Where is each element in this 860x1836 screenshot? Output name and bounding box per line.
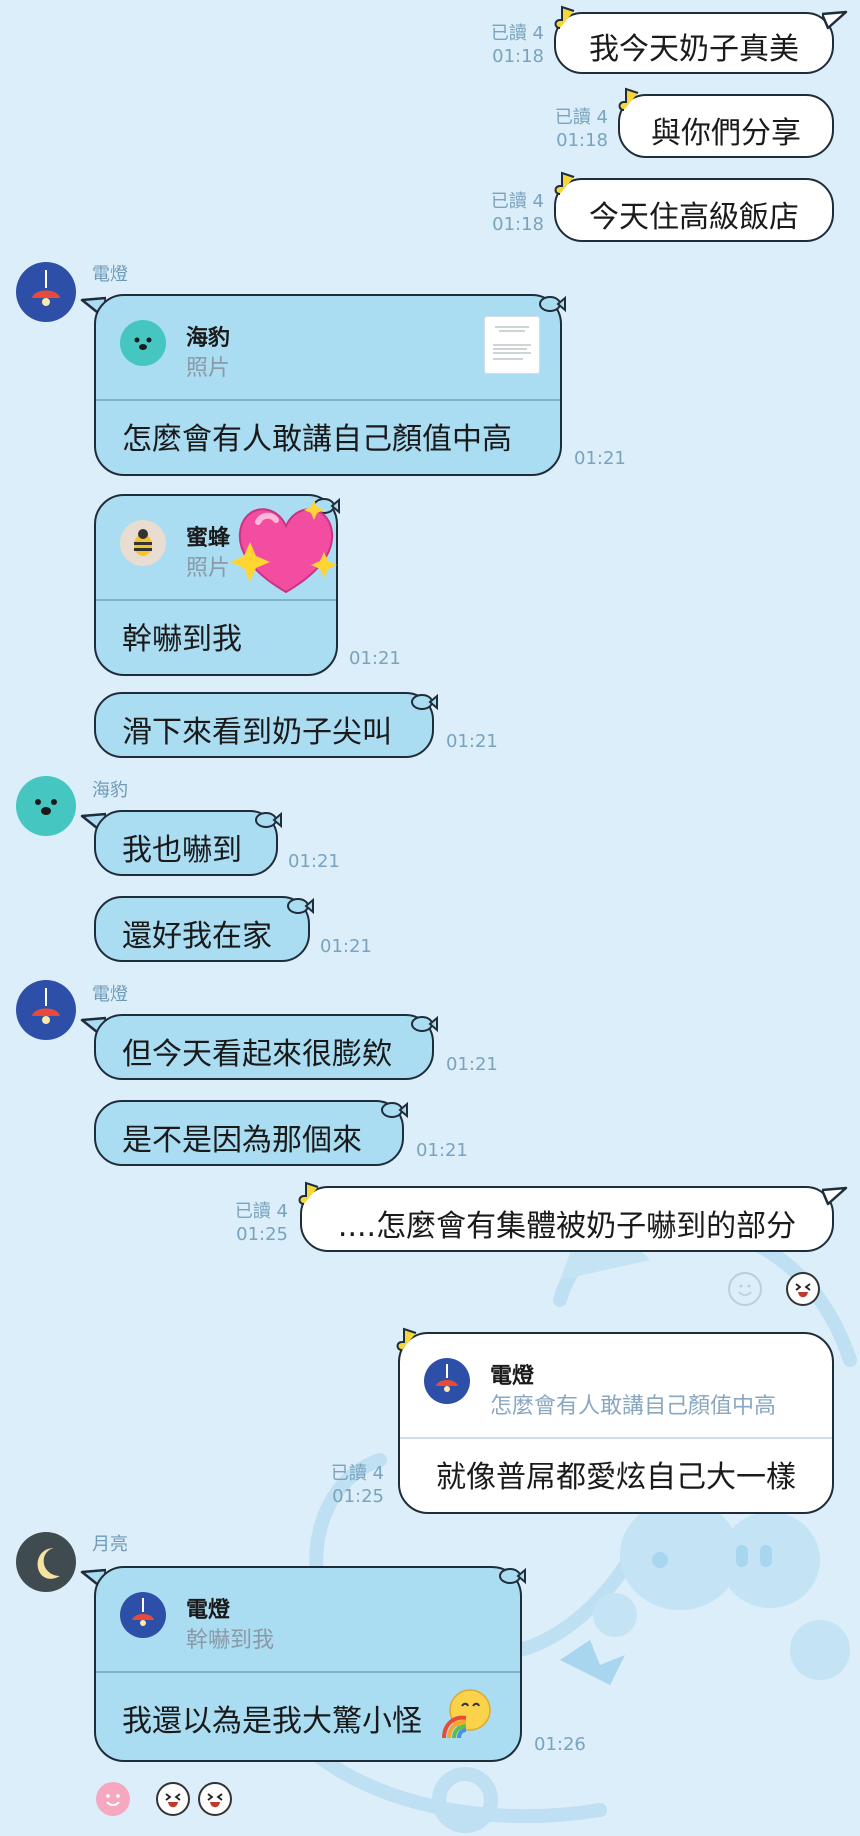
quote-sender: 電燈 — [186, 1598, 231, 1623]
lamp-icon — [132, 1598, 154, 1626]
note-tail-icon — [298, 1181, 319, 1205]
add-reaction-button[interactable] — [728, 1272, 762, 1306]
avatar-lamp[interactable] — [16, 262, 76, 322]
message-bubble-out[interactable]: ....怎麼會有集體被奶子嚇到的部分 — [300, 1186, 834, 1252]
laughing-face-icon — [795, 1283, 811, 1298]
lamp-icon — [32, 270, 60, 306]
sender-name: 電燈 — [92, 264, 128, 285]
avatar-moon[interactable] — [16, 1532, 76, 1592]
timestamp: 01:21 — [446, 1054, 498, 1075]
lamp-icon — [32, 988, 60, 1024]
quote-sender: 海豹 — [186, 326, 231, 351]
message-bubble-in[interactable]: 但今天看起來很膨欸 — [94, 1014, 434, 1080]
moon-icon — [37, 1548, 60, 1579]
fish-sticker-icon — [499, 1567, 526, 1585]
reaction-laugh[interactable] — [198, 1782, 232, 1816]
fish-sticker-icon — [381, 1101, 408, 1119]
message-bubble-in[interactable]: 是不是因為那個來 — [94, 1100, 404, 1166]
sender-name: 海豹 — [92, 780, 128, 801]
bee-icon — [134, 529, 152, 556]
timestamp: 01:21 — [288, 851, 340, 872]
message-bubble-out[interactable]: 我今天奶子真美 — [554, 12, 834, 74]
avatar-seal[interactable] — [16, 776, 76, 836]
message-bubble-in[interactable]: 我也嚇到 — [94, 810, 278, 876]
avatar-bee — [120, 520, 166, 566]
seal-icon — [35, 799, 57, 815]
fish-sticker-icon — [411, 693, 438, 711]
photo-thumbnail[interactable] — [484, 316, 540, 374]
reaction-laugh[interactable] — [786, 1272, 820, 1306]
avatar-seal — [120, 320, 166, 366]
quote-divider — [96, 1671, 520, 1673]
timestamp: 01:26 — [534, 1734, 586, 1755]
note-tail-icon — [554, 5, 575, 29]
avatar-lamp — [424, 1358, 470, 1404]
timestamp: 01:21 — [320, 936, 372, 957]
fish-sticker-icon — [539, 295, 566, 313]
quote-text: 怎麼會有人敢講自己顏值中高 — [490, 1394, 777, 1419]
message-bubble-in[interactable]: 海豹 照片 怎麼會有人敢講自己顏值中高 — [94, 294, 562, 476]
read-receipt: 已讀 4 01:18 — [490, 191, 544, 235]
sender-name: 電燈 — [92, 984, 128, 1005]
bubble-tail-icon — [822, 1186, 848, 1206]
seal-icon — [134, 337, 152, 350]
sparkling-heart-icon — [230, 500, 337, 594]
note-tail-icon — [554, 171, 575, 195]
note-tail-icon — [618, 87, 639, 111]
message-bubble-in[interactable]: 還好我在家 — [94, 896, 310, 962]
fish-sticker-icon — [255, 811, 282, 829]
reaction-laugh[interactable] — [156, 1782, 190, 1816]
timestamp: 01:21 — [349, 648, 401, 669]
read-receipt: 已讀 4 01:18 — [490, 23, 544, 67]
note-tail-icon — [396, 1327, 417, 1351]
quote-divider — [96, 399, 560, 401]
document-thumbnail-icon — [493, 326, 531, 360]
laughing-face-icon — [207, 1793, 223, 1808]
message-bubble-out[interactable]: 電燈 怎麼會有人敢講自己顏值中高 就像普屌都愛炫自己大一樣 — [398, 1332, 834, 1514]
read-receipt: 已讀 4 01:18 — [554, 107, 608, 151]
rainbow-face-emoji-icon — [442, 1689, 491, 1739]
pink-smile-icon — [106, 1794, 120, 1806]
message-bubble-in[interactable]: 滑下來看到奶子尖叫 — [94, 692, 434, 758]
smiley-outline-icon — [738, 1284, 752, 1296]
reaction-smile[interactable] — [96, 1782, 130, 1816]
quote-text: 照片 — [186, 356, 231, 381]
fish-sticker-icon — [287, 897, 314, 915]
message-bubble-out[interactable]: 與你們分享 — [618, 94, 834, 158]
quote-sender: 電燈 — [490, 1364, 535, 1389]
bubble-tail-icon — [822, 10, 848, 30]
laughing-face-icon — [165, 1793, 181, 1808]
timestamp: 01:21 — [446, 731, 498, 752]
avatar-lamp — [120, 1592, 166, 1638]
quote-text: 幹嚇到我 — [186, 1628, 275, 1653]
read-receipt: 已讀 4 01:25 — [234, 1201, 288, 1245]
read-receipt: 已讀 4 01:25 — [330, 1463, 384, 1507]
timestamp: 01:21 — [416, 1140, 468, 1161]
avatar-lamp[interactable] — [16, 980, 76, 1040]
timestamp: 01:21 — [574, 448, 626, 469]
quote-sender: 蜜蜂 — [186, 526, 231, 551]
message-bubble-out[interactable]: 今天住高級飯店 — [554, 178, 834, 242]
sender-name: 月亮 — [92, 1534, 128, 1555]
fish-sticker-icon — [411, 1015, 438, 1033]
quote-text: 照片 — [186, 556, 231, 581]
lamp-icon — [436, 1364, 458, 1392]
quote-divider — [400, 1437, 832, 1439]
